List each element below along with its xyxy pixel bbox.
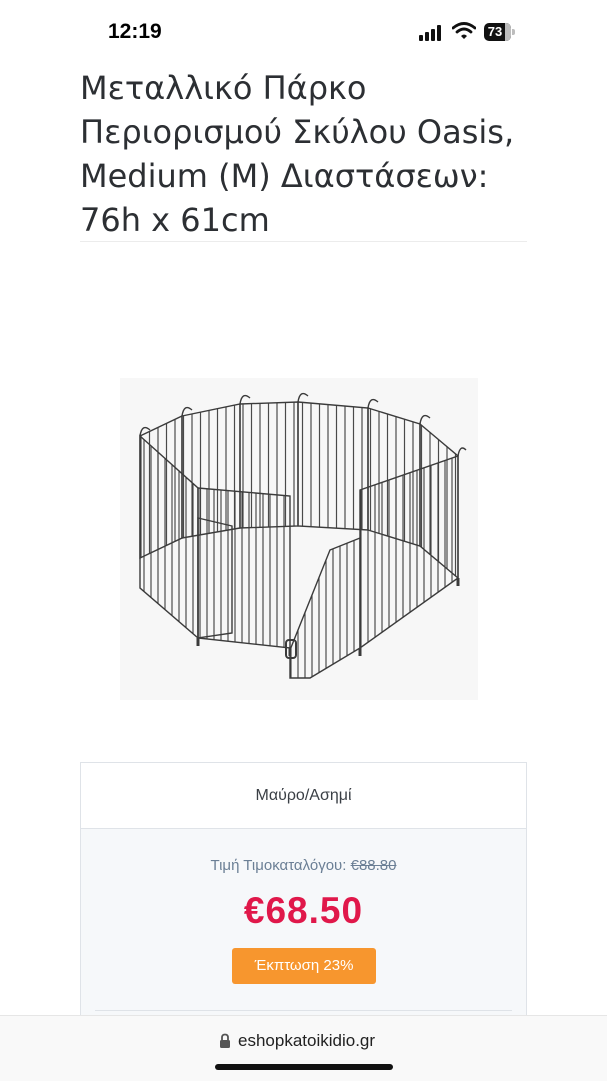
battery-level: 73 [487,24,503,39]
list-price-value: €88.80 [350,857,397,874]
product-title: Μεταλλικό Πάρκο Περιορισμού Σκύλου Oasis… [80,69,515,239]
discount-badge: Έκπτωση 23% [232,948,376,984]
browser-address-bar[interactable]: eshopkatoikidio.gr [0,1015,607,1081]
lock-icon [220,1033,230,1048]
list-price-label: Τιμή Τιμοκαταλόγου: [210,857,347,874]
current-price: €68.50 [243,890,364,931]
product-image[interactable] [120,378,478,700]
home-indicator[interactable] [215,1064,393,1070]
battery-icon: 73 [484,23,516,41]
url-text[interactable]: eshopkatoikidio.gr [238,1031,375,1051]
playpen-illustration [139,392,467,679]
divider [95,1010,512,1011]
divider [80,241,527,242]
wifi-icon [452,22,476,39]
variant-selector[interactable]: Μαύρο/Ασημί [81,763,526,829]
cellular-signal-icon [419,25,441,41]
list-price: Τιμή Τιμοκαταλόγου: €88.80 [81,857,526,874]
status-time: 12:19 [108,20,162,43]
status-bar: 12:19 73 [0,0,607,62]
